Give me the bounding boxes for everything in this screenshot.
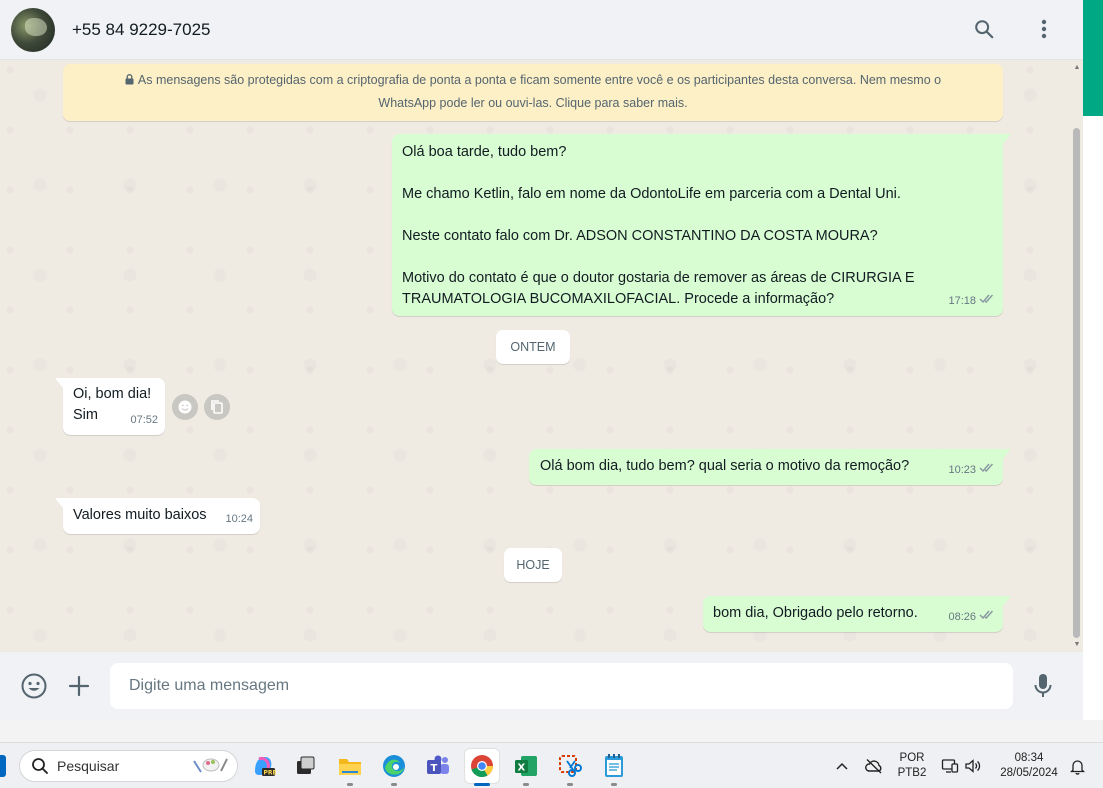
lock-icon <box>125 70 134 92</box>
message-time: 07:52 <box>130 414 158 426</box>
active-indicator <box>474 783 490 786</box>
message-time: 10:24 <box>225 513 253 525</box>
double-check-icon <box>979 607 996 628</box>
message-outgoing[interactable]: bom dia, Obrigado pelo retorno. 08:26 <box>703 596 1011 632</box>
header-actions <box>969 14 1059 44</box>
double-check-icon <box>979 460 996 481</box>
accent-bar <box>1083 0 1103 116</box>
search-highlight-icon <box>191 755 231 777</box>
scroll-up-arrow-icon[interactable]: ▲ <box>1073 64 1081 72</box>
window-bottom-edge <box>0 720 1103 742</box>
file-explorer-icon[interactable] <box>333 749 367 783</box>
copilot-icon[interactable]: PRE <box>246 749 280 783</box>
message-meta: 10:23 <box>948 460 996 481</box>
message-time: 10:23 <box>948 464 976 476</box>
react-emoji-icon[interactable] <box>172 394 198 420</box>
contact-avatar[interactable] <box>11 7 55 52</box>
svg-text:T: T <box>431 763 438 774</box>
message-meta: 17:18 <box>948 291 996 312</box>
encryption-text-line2: WhatsApp pode ler ou ouvi-las. Clique pa… <box>378 96 688 110</box>
onedrive-offline-icon[interactable] <box>862 743 886 788</box>
taskbar-search-label: Pesquisar <box>57 758 120 774</box>
windows-taskbar: Pesquisar PRE T X POR PTB2 08:34 28/05/2… <box>0 742 1103 788</box>
message-text: Olá bom dia, tudo bem? qual seria o moti… <box>540 458 910 474</box>
message-incoming[interactable]: Valores muito baixos 10:24 <box>55 498 260 534</box>
task-view-icon[interactable] <box>288 749 322 783</box>
date-chip-today: HOJE <box>504 548 562 582</box>
chrome-icon[interactable] <box>465 749 499 783</box>
message-composer <box>0 652 1083 720</box>
double-check-icon <box>979 291 996 312</box>
running-indicator <box>567 783 573 786</box>
keyboard-layout: PTB2 <box>897 767 927 779</box>
menu-dots-icon[interactable] <box>1029 14 1059 44</box>
running-indicator <box>391 783 397 786</box>
message-incoming[interactable]: Oi, bom dia! Sim 07:52 <box>55 378 165 435</box>
edge-icon[interactable] <box>377 749 411 783</box>
message-outgoing[interactable]: Olá boa tarde, tudo bem? Me chamo Ketlin… <box>392 134 1011 316</box>
emoji-icon[interactable] <box>19 671 49 701</box>
message-meta: 07:52 <box>130 410 158 431</box>
teams-icon[interactable]: T <box>421 749 455 783</box>
message-time: 08:26 <box>948 611 976 623</box>
encryption-text-line1: As mensagens são protegidas com a cripto… <box>137 73 942 87</box>
svg-text:PRE: PRE <box>264 770 277 777</box>
scroll-down-arrow-icon[interactable]: ▼ <box>1073 641 1081 649</box>
display-icon[interactable] <box>938 743 962 788</box>
notification-bell-icon[interactable] <box>1066 743 1088 788</box>
volume-icon[interactable] <box>962 743 984 788</box>
running-indicator <box>347 783 353 786</box>
message-meta: 10:24 <box>225 509 253 530</box>
message-input[interactable] <box>110 663 1013 709</box>
snipping-tool-icon[interactable] <box>553 749 587 783</box>
search-icon <box>31 757 49 775</box>
excel-icon[interactable]: X <box>509 749 543 783</box>
search-icon[interactable] <box>969 14 999 44</box>
language-indicator[interactable]: POR PTB2 <box>894 743 930 788</box>
language-code: POR <box>899 752 925 764</box>
clock-date: 28/05/2024 <box>1000 767 1058 779</box>
chat-messages[interactable]: As mensagens são protegidas com a cripto… <box>0 60 1071 652</box>
running-indicator <box>523 783 529 786</box>
contact-name[interactable]: +55 84 9229-7025 <box>72 20 211 40</box>
microphone-icon[interactable] <box>1028 671 1058 701</box>
message-meta: 08:26 <box>948 607 996 628</box>
message-outgoing[interactable]: Olá bom dia, tudo bem? qual seria o moti… <box>529 449 1011 485</box>
message-text: Olá boa tarde, tudo bem? Me chamo Ketlin… <box>402 144 915 307</box>
copy-icon[interactable] <box>204 394 230 420</box>
taskbar-search[interactable]: Pesquisar <box>19 750 238 782</box>
svg-text:X: X <box>518 763 526 774</box>
taskbar-clock[interactable]: 08:34 28/05/2024 <box>996 743 1062 788</box>
notepad-icon[interactable] <box>597 749 631 783</box>
tray-chevron-up-icon[interactable] <box>832 743 852 788</box>
scrollbar-thumb[interactable] <box>1073 128 1080 638</box>
start-button-edge[interactable] <box>0 755 6 777</box>
running-indicator <box>611 783 617 786</box>
message-time: 17:18 <box>948 295 976 307</box>
date-chip-yesterday: ONTEM <box>496 330 570 364</box>
encryption-notice[interactable]: As mensagens são protegidas com a cripto… <box>63 64 1003 121</box>
message-hover-actions <box>172 394 230 420</box>
attach-plus-icon[interactable] <box>64 671 94 701</box>
chat-header: +55 84 9229-7025 <box>0 0 1083 60</box>
clock-time: 08:34 <box>1014 752 1044 764</box>
